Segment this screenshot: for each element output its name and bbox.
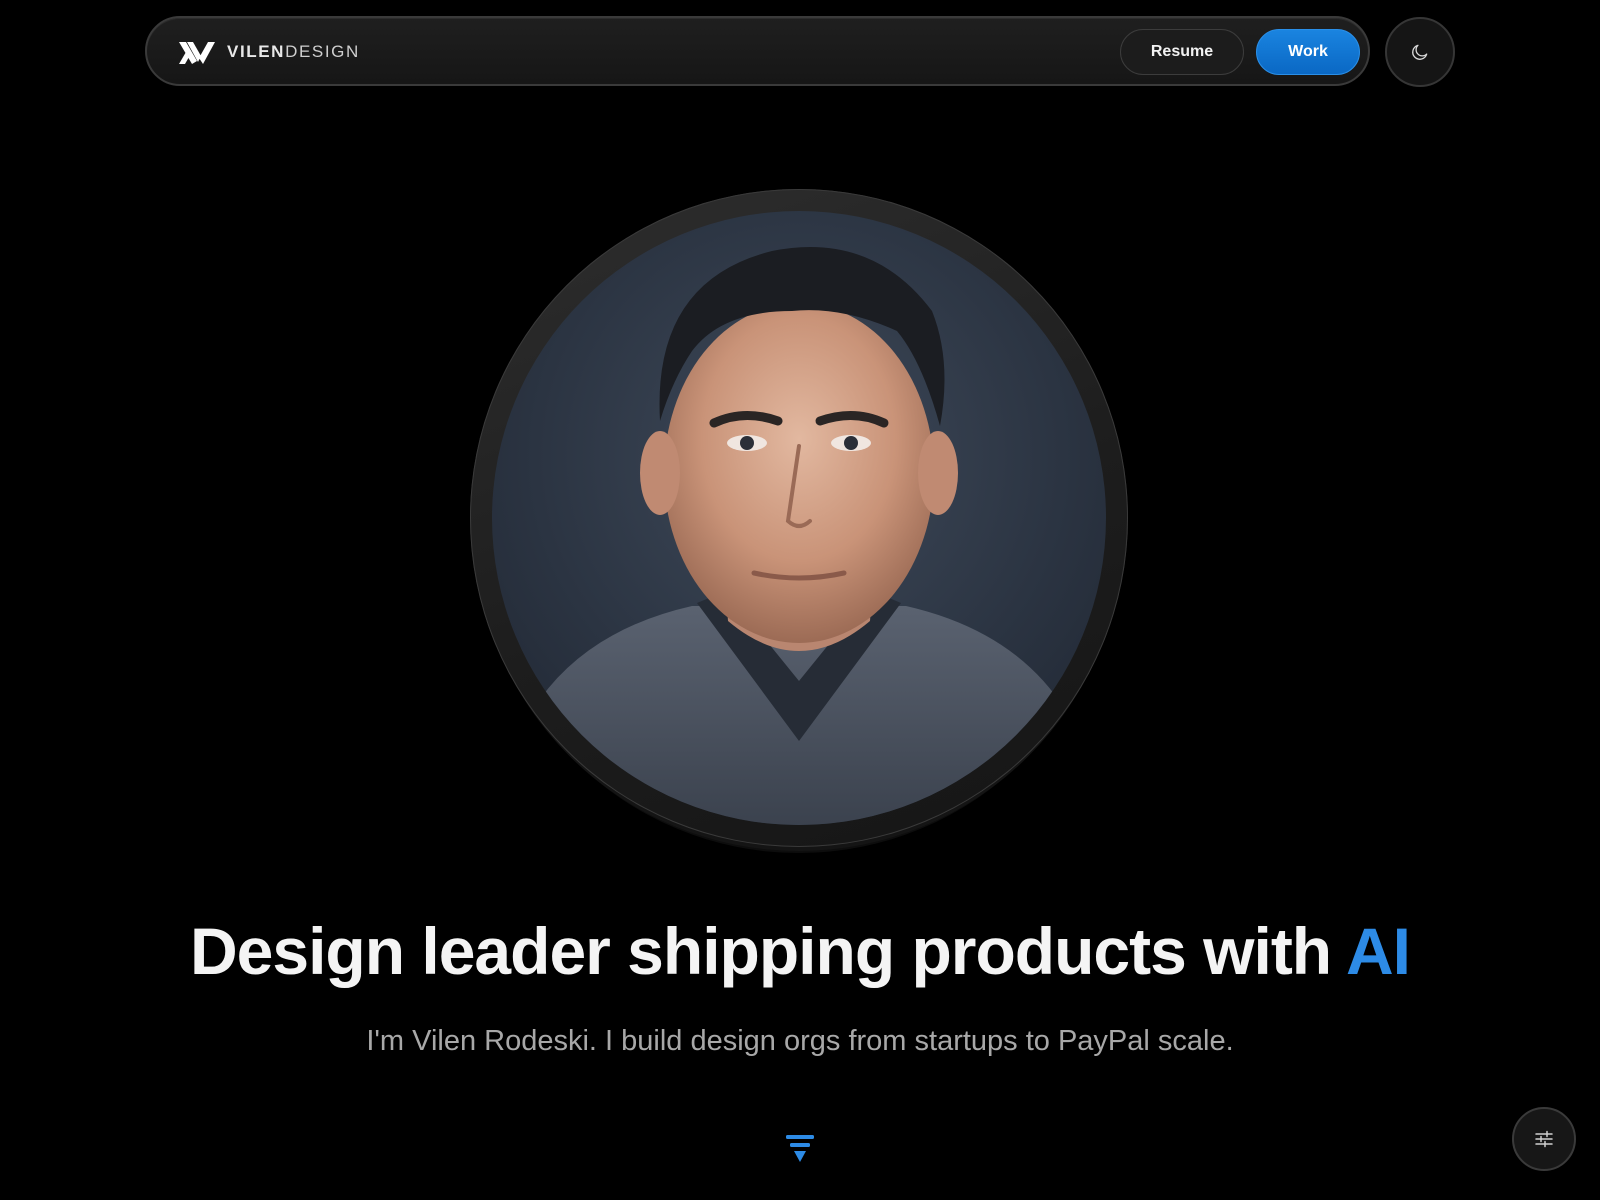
work-button[interactable]: Work	[1256, 29, 1360, 75]
hero-subline: I'm Vilen Rodeski. I build design orgs f…	[366, 1025, 1234, 1057]
hero-headline: Design leader shipping products with AI	[0, 918, 1600, 984]
portrait-photo	[492, 211, 1106, 825]
logo-text-light: DESIGN	[285, 42, 360, 61]
chevron-down-icon	[786, 1135, 814, 1162]
sliders-icon	[1535, 1130, 1553, 1148]
moon-icon	[1412, 44, 1428, 60]
logo-text-bold: VILEN	[227, 42, 286, 61]
page: VILENDESIGN Resume Work Design leader sh…	[0, 0, 1600, 1200]
top-nav: VILENDESIGN Resume Work	[145, 16, 1370, 86]
theme-toggle-button[interactable]	[1385, 17, 1455, 87]
hero-headline-accent: AI	[1346, 914, 1411, 988]
site-logo[interactable]: VILENDESIGN	[177, 38, 360, 66]
hero-headline-main: Design leader shipping products with	[190, 914, 1346, 988]
logo-wordmark: VILENDESIGN	[227, 42, 360, 62]
settings-button[interactable]	[1512, 1107, 1576, 1171]
vilen-monogram-logo-icon	[179, 42, 215, 64]
portrait-illustration	[512, 247, 1086, 825]
resume-button[interactable]: Resume	[1120, 29, 1244, 75]
portrait	[470, 189, 1128, 853]
scroll-down-button[interactable]	[785, 1134, 815, 1164]
